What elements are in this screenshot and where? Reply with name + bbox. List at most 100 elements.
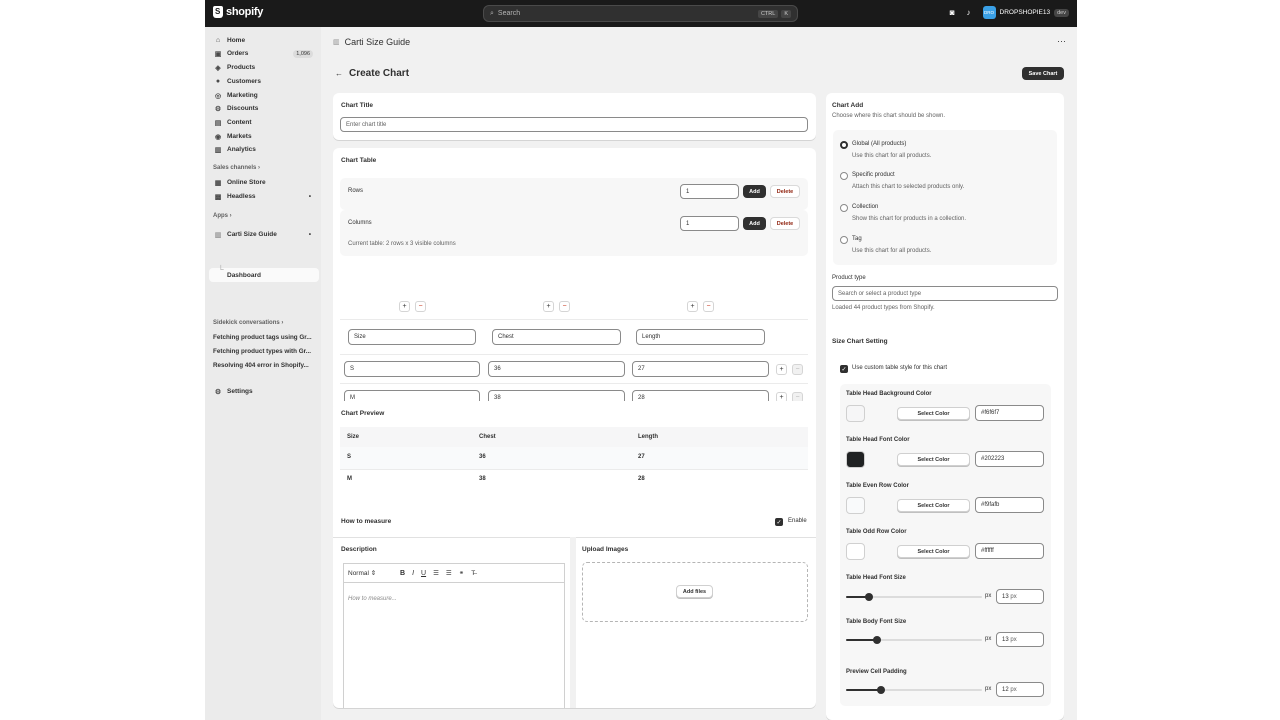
- head-font-size-slider[interactable]: [846, 593, 982, 601]
- product-type-input[interactable]: Search or select a product type: [832, 286, 1058, 301]
- back-arrow-icon[interactable]: ←: [335, 69, 343, 78]
- color-swatch[interactable]: [846, 497, 865, 514]
- search-placeholder: Search: [497, 10, 521, 17]
- sidebar-item-home[interactable]: ⌂ Home: [209, 34, 317, 47]
- sidebar-item-headless[interactable]: ▩ Headless •: [209, 190, 317, 203]
- delete-columns-button[interactable]: Delete: [770, 217, 800, 230]
- rich-text-editor[interactable]: [343, 563, 565, 708]
- conversation-item[interactable]: Fetching product tags using Gr...: [213, 334, 313, 341]
- sidebar-item-marketing[interactable]: ◎ Marketing: [209, 89, 317, 102]
- select-color-button[interactable]: Select Color: [897, 499, 970, 512]
- select-color-button[interactable]: Select Color: [897, 545, 970, 558]
- add-column-icon[interactable]: +: [687, 301, 698, 312]
- save-chart-button[interactable]: Save Chart: [1022, 67, 1064, 80]
- preview-cell: 36: [479, 454, 486, 460]
- radio-global[interactable]: [840, 141, 848, 149]
- ordered-list-icon[interactable]: ☰: [433, 569, 439, 577]
- remove-row-icon[interactable]: −: [792, 364, 803, 375]
- color-hex-input[interactable]: #f9fafb: [975, 497, 1044, 513]
- sidebar-item-carti[interactable]: ▥ Carti Size Guide •: [209, 228, 317, 241]
- cell-padding-slider[interactable]: [846, 686, 982, 694]
- link-icon[interactable]: ⚭: [459, 569, 464, 577]
- add-column-icon[interactable]: +: [543, 301, 554, 312]
- sidebar-item-settings[interactable]: ⚙ Settings: [209, 385, 317, 398]
- discount-icon: ⚙: [214, 105, 222, 113]
- remove-column-icon[interactable]: −: [415, 301, 426, 312]
- delete-rows-button[interactable]: Delete: [770, 185, 800, 198]
- clear-format-icon[interactable]: T̶: [471, 570, 475, 577]
- add-row-icon[interactable]: +: [776, 364, 787, 375]
- header-cell-input[interactable]: Length: [636, 329, 765, 345]
- table-cell-input[interactable]: 27: [632, 361, 769, 377]
- more-options-icon[interactable]: ···: [1057, 36, 1066, 46]
- sidebar-item-analytics[interactable]: ▥ Analytics: [209, 143, 317, 156]
- conversation-item[interactable]: Fetching product types with Gr...: [213, 348, 313, 355]
- add-rows-button[interactable]: Add: [743, 185, 766, 198]
- table-cell-input[interactable]: 36: [488, 361, 625, 377]
- preview-header-cell: Size: [347, 434, 360, 440]
- shopify-bag-icon: [213, 6, 223, 18]
- color-swatch[interactable]: [846, 405, 865, 422]
- sidebar-item-customers[interactable]: ● Customers: [209, 75, 317, 88]
- store-menu[interactable]: DRO DROPSHOPIE13 dev: [982, 6, 1069, 19]
- custom-style-checkbox[interactable]: ✓: [840, 365, 848, 373]
- sales-channels-header[interactable]: Sales channels ›: [213, 165, 260, 171]
- radio-tag[interactable]: [840, 236, 848, 244]
- rows-input[interactable]: 1: [680, 184, 739, 199]
- radio-specific-product[interactable]: [840, 172, 848, 180]
- size-number-input[interactable]: 13 px: [996, 589, 1044, 604]
- size-label: Table Head Font Size: [846, 575, 906, 581]
- columns-input[interactable]: 1: [680, 216, 739, 231]
- color-hex-input[interactable]: #ffffff: [975, 543, 1044, 559]
- remove-column-icon[interactable]: −: [559, 301, 570, 312]
- add-files-button[interactable]: Add files: [676, 585, 713, 598]
- sidebar-item-discounts[interactable]: ⚙ Discounts: [209, 102, 317, 115]
- search-bar[interactable]: ⌕ Search CTRL K: [483, 5, 798, 22]
- enable-checkbox[interactable]: ✓: [775, 518, 783, 526]
- bold-icon[interactable]: B: [400, 570, 405, 577]
- person-icon: ●: [215, 78, 221, 85]
- orders-count: 1,096: [293, 49, 313, 58]
- shopify-logo[interactable]: shopify: [213, 6, 263, 18]
- remove-column-icon[interactable]: −: [703, 301, 714, 312]
- bell-icon[interactable]: ♪: [967, 8, 971, 17]
- conversation-item[interactable]: Resolving 404 error in Shopify...: [213, 362, 313, 369]
- store-name: DROPSHOPIE13: [999, 9, 1051, 16]
- size-setting-label: Size Chart Setting: [832, 338, 888, 345]
- apps-header[interactable]: Apps ›: [213, 213, 232, 219]
- size-number-input[interactable]: 13 px: [996, 632, 1044, 647]
- radio-collection[interactable]: [840, 204, 848, 212]
- sidebar-item-content[interactable]: ▤ Content: [209, 116, 317, 129]
- preview-header-row: [340, 427, 808, 447]
- sidebar-item-dashboard[interactable]: └ Dashboard: [209, 265, 319, 282]
- sidekick-header[interactable]: Sidekick conversations ›: [213, 320, 283, 326]
- add-column-icon[interactable]: +: [399, 301, 410, 312]
- color-swatch[interactable]: [846, 451, 865, 468]
- body-font-size-slider[interactable]: [846, 636, 982, 644]
- tag-icon: ◈: [215, 64, 221, 72]
- size-number-input[interactable]: 12 px: [996, 682, 1044, 697]
- table-cell-input[interactable]: S: [344, 361, 480, 377]
- app-icon: ▥: [333, 39, 340, 46]
- color-swatch[interactable]: [846, 543, 865, 560]
- color-hex-input[interactable]: #202223: [975, 451, 1044, 467]
- chart-title-input[interactable]: Enter chart title: [340, 117, 808, 132]
- header-cell-input[interactable]: Size: [348, 329, 476, 345]
- chart-title-label: Chart Title: [341, 102, 374, 109]
- sidebar-item-online-store[interactable]: ▦ Online Store: [209, 176, 317, 189]
- select-color-button[interactable]: Select Color: [897, 453, 970, 466]
- add-columns-button[interactable]: Add: [743, 217, 766, 230]
- display-options: [833, 130, 1057, 265]
- sidebar-item-orders[interactable]: ▣ Orders 1,096: [209, 47, 317, 60]
- bullet-list-icon[interactable]: ☰: [446, 569, 452, 577]
- sidebar-item-products[interactable]: ◈ Products: [209, 61, 317, 74]
- sidebar-item-markets[interactable]: ◉ Markets: [209, 130, 317, 143]
- select-color-button[interactable]: Select Color: [897, 407, 970, 420]
- italic-icon[interactable]: I: [412, 570, 414, 577]
- format-select[interactable]: Normal ⇕: [348, 569, 393, 577]
- sidekick-icon[interactable]: ◙: [950, 8, 955, 17]
- underline-icon[interactable]: U: [421, 570, 426, 577]
- color-hex-input[interactable]: #f6f6f7: [975, 405, 1044, 421]
- option-desc: Attach this chart to selected products o…: [852, 184, 965, 190]
- header-cell-input[interactable]: Chest: [492, 329, 621, 345]
